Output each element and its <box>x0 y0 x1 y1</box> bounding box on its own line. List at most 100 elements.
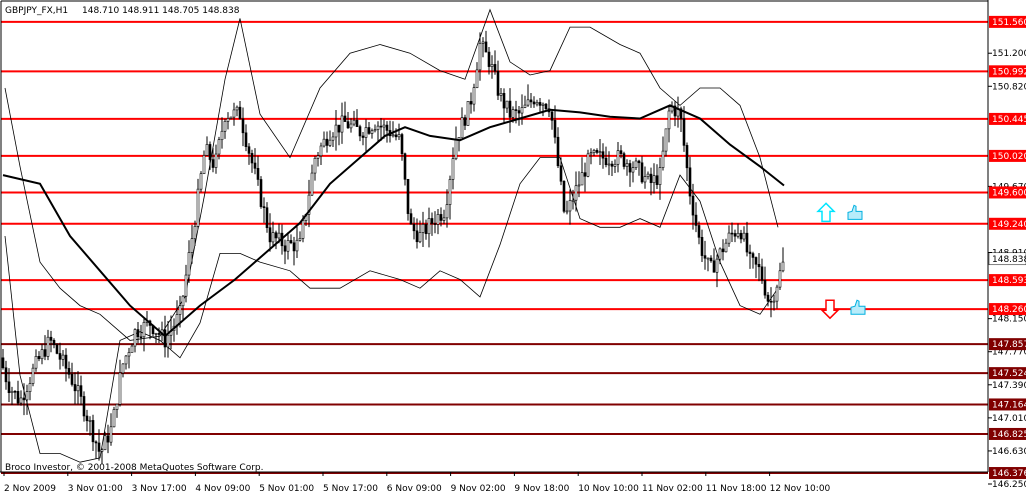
candle-body <box>157 333 161 335</box>
candle-body <box>775 286 779 302</box>
x-tick-label: 9 Nov 02:00 <box>451 484 506 494</box>
candle-body <box>85 415 89 422</box>
level-label: 147.857 <box>992 340 1026 350</box>
candle-body <box>580 172 584 186</box>
candle-body <box>121 363 125 374</box>
y-tick-label: 148.150 <box>992 315 1026 325</box>
candle-body <box>88 420 92 422</box>
candle-body <box>361 135 365 138</box>
candle-body <box>61 354 65 360</box>
candle-body <box>433 223 437 225</box>
candle-body <box>637 160 641 164</box>
candle-body <box>748 251 752 254</box>
candle-body <box>652 175 656 184</box>
y-tick-label: 147.390 <box>992 381 1026 391</box>
x-tick-label: 11 Nov 02:00 <box>642 484 703 494</box>
candle-body <box>217 139 221 155</box>
candle-body <box>442 217 446 221</box>
candle-body <box>574 185 578 201</box>
candle-body <box>607 163 611 166</box>
level-label: 148.593 <box>992 276 1026 286</box>
candle-body <box>523 104 527 108</box>
candle-body <box>709 257 713 262</box>
candle-body <box>685 145 689 169</box>
candle-body <box>460 117 464 138</box>
candle-body <box>511 109 515 118</box>
candle-body <box>757 263 761 268</box>
candle-body <box>409 213 413 225</box>
candle-body <box>379 125 383 128</box>
candle-body <box>415 230 419 243</box>
candle-body <box>37 356 41 360</box>
candle-body <box>667 110 671 130</box>
level-label: 150.445 <box>992 115 1026 125</box>
x-tick-label: 5 Nov 01:00 <box>259 484 314 494</box>
candle-body <box>475 69 479 88</box>
candle-body <box>643 176 647 183</box>
candle-body <box>565 210 569 213</box>
current-price-label: 148.838 <box>992 255 1026 265</box>
candle-body <box>13 390 17 393</box>
candle-body <box>778 270 782 288</box>
candle-body <box>682 118 686 146</box>
candle-body <box>214 153 218 168</box>
candle-body <box>49 336 53 341</box>
candle-body <box>730 232 734 235</box>
candle-body <box>31 367 35 384</box>
candle-body <box>46 336 50 357</box>
candle-body <box>664 128 668 152</box>
candle-body <box>562 180 566 212</box>
candle-body <box>706 257 710 260</box>
candle-body <box>499 93 503 96</box>
candle-body <box>568 200 572 212</box>
candle-body <box>322 138 326 147</box>
candle-body <box>103 435 107 451</box>
candle-body <box>703 255 707 259</box>
candle-body <box>469 101 473 105</box>
candle-body <box>427 218 431 235</box>
candle-body <box>520 107 524 114</box>
candle-body <box>136 329 140 338</box>
candle-body <box>364 127 368 138</box>
candle-body <box>769 300 773 303</box>
candle-body <box>124 355 128 365</box>
candle-body <box>589 152 593 155</box>
candle-body <box>697 225 701 238</box>
y-tick-label: 146.630 <box>992 447 1026 457</box>
candle-body <box>760 266 764 281</box>
candle-body <box>298 238 302 241</box>
price-chart: 151.200150.820149.670148.910148.150147.7… <box>0 0 1026 495</box>
candle-body <box>718 248 722 260</box>
candle-body <box>199 173 203 190</box>
candle-body <box>508 100 512 118</box>
candle-body <box>715 258 719 273</box>
plot-area <box>0 0 1026 495</box>
candle-body <box>700 237 704 256</box>
candle-body <box>295 239 299 252</box>
y-tick-label: 147.010 <box>992 414 1026 424</box>
candle-body <box>22 397 26 401</box>
candle-body <box>256 168 260 180</box>
candle-body <box>109 426 113 443</box>
candle-body <box>25 391 29 401</box>
candle-body <box>274 232 278 239</box>
candle-body <box>178 305 182 315</box>
candle-body <box>34 356 38 369</box>
candle-body <box>328 139 332 146</box>
candle-body <box>10 390 14 394</box>
candle-body <box>655 175 659 185</box>
candle-body <box>376 125 380 130</box>
candle-body <box>52 340 56 346</box>
candle-body <box>421 224 425 233</box>
candle-body <box>259 179 263 207</box>
candle-body <box>517 110 521 114</box>
candle-body <box>466 101 470 126</box>
candle-body <box>202 155 206 175</box>
candle-body <box>577 184 581 187</box>
candle-body <box>439 214 443 221</box>
candle-body <box>58 353 62 360</box>
candle-body <box>505 100 509 109</box>
candle-body <box>733 233 737 237</box>
candle-body <box>595 150 599 153</box>
candle-body <box>430 218 434 224</box>
